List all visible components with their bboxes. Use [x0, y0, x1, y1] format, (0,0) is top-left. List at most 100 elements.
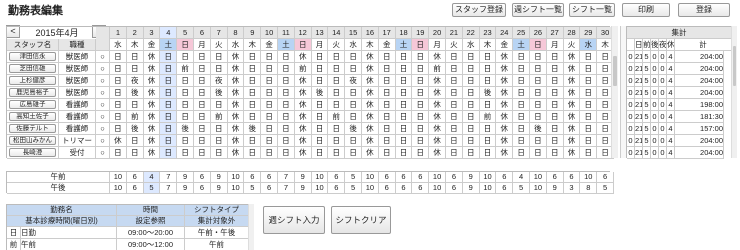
shift-cell[interactable]: 日: [177, 51, 194, 63]
shift-cell[interactable]: 前: [429, 63, 446, 75]
shift-cell[interactable]: 日: [479, 51, 497, 63]
shift-list-button[interactable]: シフト一覧: [569, 3, 615, 17]
shift-cell[interactable]: 日: [513, 87, 530, 99]
shift-cell[interactable]: 日: [580, 75, 598, 87]
shift-cell[interactable]: 休: [496, 99, 514, 111]
shift-cell[interactable]: 日: [110, 147, 127, 159]
shift-cell[interactable]: 日: [546, 63, 564, 75]
staff-name-button[interactable]: 佐藤テルト: [9, 124, 56, 133]
shift-cell[interactable]: 休: [227, 87, 245, 99]
shift-cell[interactable]: 休: [362, 75, 379, 87]
shift-cell[interactable]: 日: [278, 123, 295, 135]
shift-cell[interactable]: 日: [345, 63, 362, 75]
shift-cell[interactable]: 日: [160, 75, 178, 87]
shift-cell[interactable]: 日: [328, 63, 346, 75]
shift-cell[interactable]: 日: [479, 63, 497, 75]
shift-cell[interactable]: 休: [143, 75, 161, 87]
shift-cell[interactable]: 日: [126, 147, 144, 159]
shift-cell[interactable]: 休: [227, 63, 245, 75]
shift-cell[interactable]: 休: [362, 135, 379, 147]
shift-cell[interactable]: 日: [177, 111, 194, 123]
shift-cell[interactable]: 日: [210, 123, 228, 135]
shift-cell[interactable]: 休: [563, 99, 581, 111]
shift-cell[interactable]: 日: [479, 135, 497, 147]
shift-cell[interactable]: 日: [278, 111, 295, 123]
shift-cell[interactable]: 日: [580, 63, 598, 75]
shift-cell[interactable]: 日: [446, 135, 463, 147]
shift-cell[interactable]: 日: [244, 147, 262, 159]
shift-cell[interactable]: 休: [143, 123, 161, 135]
shift-cell[interactable]: 日: [345, 51, 362, 63]
shift-cell[interactable]: 日: [278, 87, 295, 99]
shift-cell[interactable]: 日: [278, 51, 295, 63]
shift-cell[interactable]: 日: [378, 75, 396, 87]
staff-name-button[interactable]: 上杉健彦: [9, 76, 56, 85]
shift-cell[interactable]: 日: [194, 135, 211, 147]
shift-cell[interactable]: 日: [513, 135, 530, 147]
shift-cell[interactable]: 日: [446, 123, 463, 135]
shift-cell[interactable]: 日: [345, 99, 362, 111]
shift-cell[interactable]: 日: [513, 75, 530, 87]
shift-cell[interactable]: 休: [294, 99, 312, 111]
shift-cell[interactable]: 休: [429, 111, 446, 123]
shift-cell[interactable]: 日: [194, 87, 211, 99]
shift-cell[interactable]: 日: [244, 87, 262, 99]
shift-cell[interactable]: 日: [177, 99, 194, 111]
shift-cell[interactable]: 日: [278, 99, 295, 111]
shift-cell[interactable]: 休: [429, 75, 446, 87]
shift-cell[interactable]: 日: [395, 87, 413, 99]
shift-cell[interactable]: 日: [194, 123, 211, 135]
shift-cell[interactable]: 休: [294, 123, 312, 135]
shift-cell[interactable]: 日: [328, 147, 346, 159]
shift-cell[interactable]: 日: [160, 135, 178, 147]
shift-cell[interactable]: 日: [110, 87, 127, 99]
shift-cell[interactable]: 日: [311, 135, 329, 147]
shift-cell[interactable]: 日: [177, 147, 194, 159]
shift-cell[interactable]: 日: [278, 147, 295, 159]
staff-name-button[interactable]: 高知土佐子: [9, 112, 56, 121]
shift-cell[interactable]: 日: [177, 75, 194, 87]
shift-cell[interactable]: 日: [446, 147, 463, 159]
shift-table-scrollbar[interactable]: [248, 204, 254, 250]
shift-cell[interactable]: 日: [328, 51, 346, 63]
shift-cell[interactable]: 休: [496, 63, 514, 75]
staff-name-button[interactable]: 鹿児島裕子: [9, 88, 56, 97]
shift-cell[interactable]: 休: [563, 75, 581, 87]
shift-cell[interactable]: 休: [362, 63, 379, 75]
shift-cell[interactable]: 休: [227, 99, 245, 111]
shift-cell[interactable]: 日: [126, 135, 144, 147]
shift-cell[interactable]: 休: [563, 123, 581, 135]
shift-cell[interactable]: 夜: [345, 75, 362, 87]
shift-cell[interactable]: 休: [429, 51, 446, 63]
shift-table-cell[interactable]: 午前: [185, 239, 249, 250]
shift-cell[interactable]: 日: [110, 51, 127, 63]
shift-cell[interactable]: 日: [210, 51, 228, 63]
shift-cell[interactable]: 休: [143, 135, 161, 147]
shift-cell[interactable]: 前: [177, 63, 194, 75]
shift-cell[interactable]: 日: [462, 75, 480, 87]
shift-cell[interactable]: 日: [311, 99, 329, 111]
shift-cell[interactable]: 日: [513, 99, 530, 111]
shift-cell[interactable]: 日: [194, 111, 211, 123]
shift-cell[interactable]: 休: [563, 135, 581, 147]
shift-cell[interactable]: 日: [395, 135, 413, 147]
shift-cell[interactable]: 日: [311, 75, 329, 87]
shift-cell[interactable]: 前: [210, 111, 228, 123]
shift-cell[interactable]: 日: [244, 135, 262, 147]
shift-cell[interactable]: 日: [345, 87, 362, 99]
shift-cell[interactable]: 日: [194, 51, 211, 63]
shift-cell[interactable]: 日: [530, 111, 547, 123]
shift-cell[interactable]: 日: [479, 147, 497, 159]
staff-register-button[interactable]: スタッフ登録: [452, 3, 506, 17]
shift-table-cell[interactable]: 09:00〜20:00: [117, 227, 185, 239]
shift-cell[interactable]: 休: [294, 75, 312, 87]
shift-cell[interactable]: 日: [110, 63, 127, 75]
shift-cell[interactable]: 休: [110, 135, 127, 147]
shift-cell[interactable]: 休: [362, 51, 379, 63]
shift-cell[interactable]: 休: [227, 111, 245, 123]
shift-cell[interactable]: 日: [110, 111, 127, 123]
shift-cell[interactable]: 日: [513, 147, 530, 159]
shift-cell[interactable]: 日: [210, 135, 228, 147]
shift-cell[interactable]: 日: [177, 135, 194, 147]
shift-cell[interactable]: 日: [446, 99, 463, 111]
